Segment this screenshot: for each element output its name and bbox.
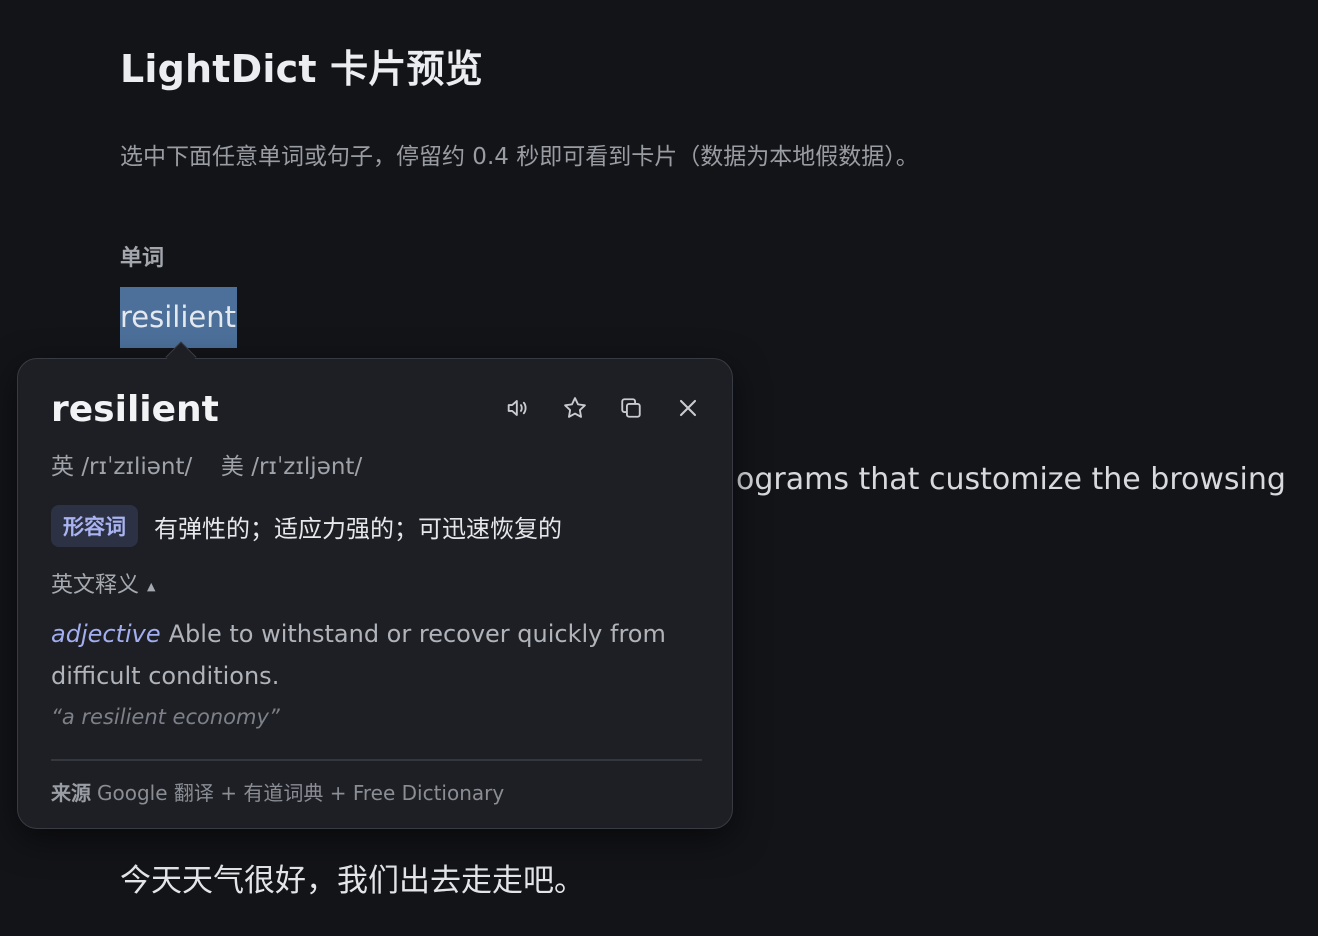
source-text: Google 翻译 + 有道词典 + Free Dictionary <box>97 781 505 805</box>
english-definition-toggle[interactable]: 英文释义 ▲ <box>51 567 155 599</box>
pos-badge: 形容词 <box>51 505 138 547</box>
card-actions <box>498 387 708 429</box>
divider <box>51 759 702 761</box>
selected-word[interactable]: resilient <box>120 287 237 348</box>
close-icon <box>679 399 697 417</box>
close-button[interactable] <box>668 388 708 428</box>
phonetic-uk-label: 英 <box>51 454 74 480</box>
english-pos: adjective <box>51 620 161 648</box>
card-headword: resilient <box>51 389 219 430</box>
page-title: LightDict 卡片预览 <box>120 47 483 91</box>
copy-icon <box>621 398 641 418</box>
page: LightDict 卡片预览 选中下面任意单词或句子，停留约 0.4 秒即可看到… <box>0 0 1318 936</box>
caret-up-icon: ▲ <box>147 579 156 593</box>
definition-row: 形容词 有弹性的；适应力强的；可迅速恢复的 <box>51 505 562 547</box>
definition-cn: 有弹性的；适应力强的；可迅速恢复的 <box>154 514 562 543</box>
example-sentence: “a resilient economy” <box>51 705 280 729</box>
source-label: 来源 <box>51 781 91 805</box>
phonetic-us: /rɪˈzɪljənt/ <box>251 454 363 480</box>
pronounce-button[interactable] <box>498 388 538 428</box>
dictionary-card: resilient 英 /rɪˈzɪliənt/ 美 /rɪˈzɪljənt/ … <box>17 358 733 829</box>
intro-text: 选中下面任意单词或句子，停留约 0.4 秒即可看到卡片（数据为本地假数据）。 <box>120 144 919 170</box>
phonetic-uk: /rɪˈzɪliənt/ <box>81 454 193 480</box>
star-icon <box>563 397 586 418</box>
english-toggle-label: 英文释义 <box>51 573 140 598</box>
favorite-button[interactable] <box>555 388 595 428</box>
source-line: 来源 Google 翻译 + 有道词典 + Free Dictionary <box>51 777 504 806</box>
sample-chinese-sentence[interactable]: 今天天气很好，我们出去走走吧。 <box>120 855 585 900</box>
phonetics: 英 /rɪˈzɪliənt/ 美 /rɪˈzɪljənt/ <box>51 447 362 481</box>
section-label-word: 单词 <box>120 246 165 271</box>
english-definition: adjective Able to withstand or recover qu… <box>51 613 691 697</box>
sample-sentence-fragment[interactable]: ograms that customize the browsing <box>736 462 1318 497</box>
speaker-icon <box>507 400 527 416</box>
phonetic-us-label: 美 <box>220 454 244 480</box>
copy-button[interactable] <box>611 388 651 428</box>
